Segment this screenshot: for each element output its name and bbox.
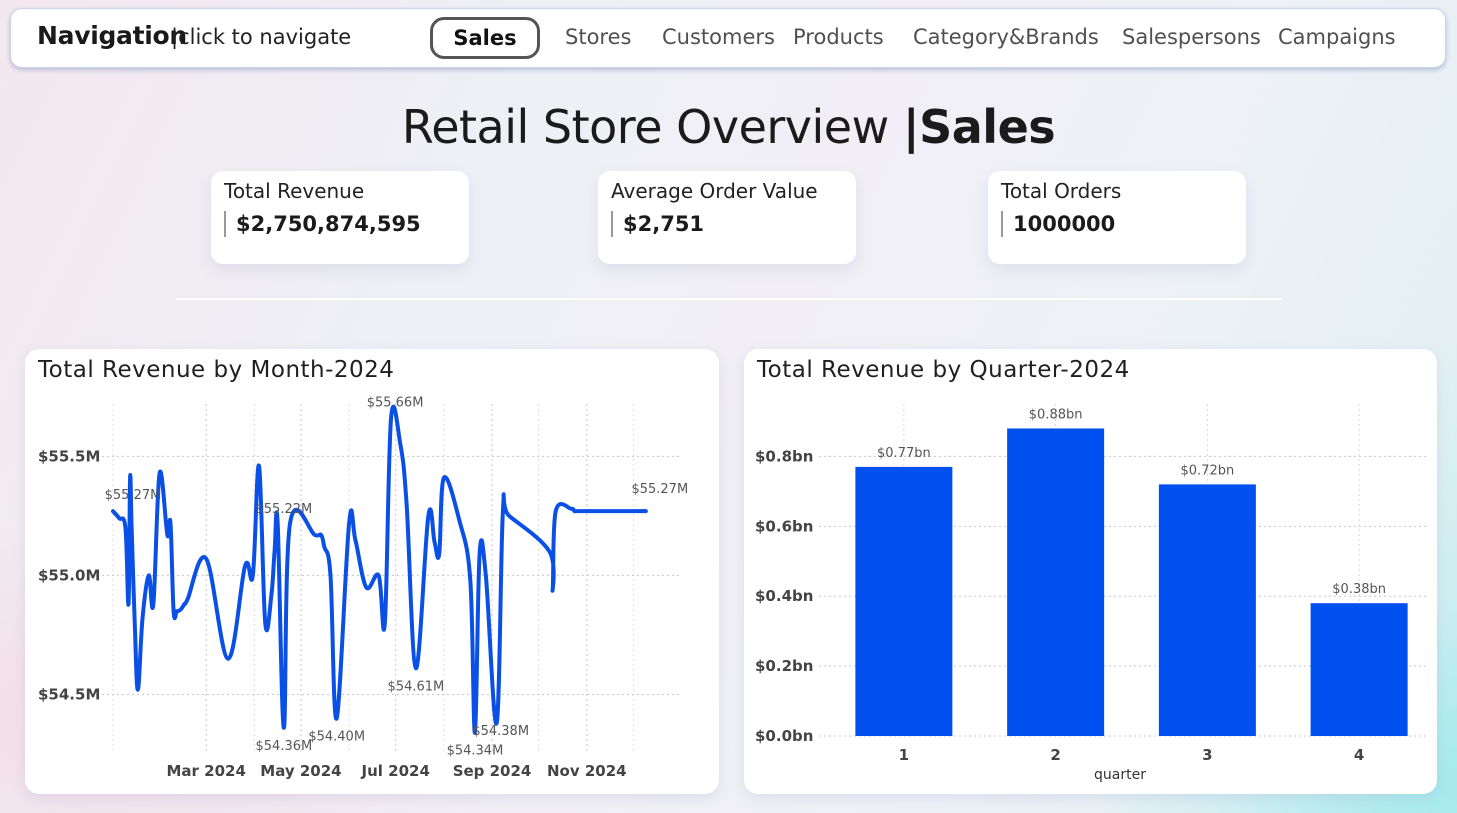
y-tick-label: $0.0bn <box>755 727 813 745</box>
line-data-label: $54.36M <box>256 739 313 754</box>
line-data-label: $55.27M <box>631 482 688 497</box>
x-tick-label: May 2024 <box>260 762 341 780</box>
kpi-value: $2,750,874,595 <box>224 211 421 237</box>
bar-data-label: $0.72bn <box>1181 463 1235 478</box>
bar-data-label: $0.88bn <box>1029 407 1083 422</box>
nav-link-category-brands[interactable]: Category&Brands <box>913 25 1099 49</box>
nav-hint: |click to navigate <box>171 25 352 49</box>
bar-data-label: $0.38bn <box>1332 582 1386 597</box>
y-tick-label: $55.0M <box>38 566 100 584</box>
nav-link-salespersons[interactable]: Salespersons <box>1122 25 1261 49</box>
kpi-value: $2,751 <box>611 211 704 237</box>
page-title-main: Retail Store Overview <box>401 100 903 154</box>
y-tick-label: $0.6bn <box>755 517 813 535</box>
kpi-card-total-revenue: Total Revenue $2,750,874,595 <box>211 171 469 264</box>
kpi-label: Average Order Value <box>611 179 818 203</box>
bar-data-label: $0.77bn <box>877 446 931 461</box>
line-data-label: $55.22M <box>256 502 313 517</box>
revenue-line <box>111 404 648 735</box>
line-data-label: $55.66M <box>367 395 424 410</box>
x-tick-label: Jul 2024 <box>361 762 430 780</box>
y-tick-label: $55.5M <box>38 447 100 465</box>
x-tick-label: 2 <box>1050 746 1060 764</box>
monthly-revenue-line-chart: Mar 2024 May 2024 Jul 2024 Sep 2024 Nov 2024… <box>38 395 688 780</box>
kpi-card-total-orders: Total Orders 1000000 <box>988 171 1246 264</box>
monthly-revenue-card: Total Revenue by Month-2024 Mar 2024 May … <box>25 349 719 794</box>
kpi-card-average-order-value: Average Order Value $2,751 <box>598 171 856 264</box>
x-tick-label: Mar 2024 <box>166 762 245 780</box>
x-tick-label: 3 <box>1202 746 1212 764</box>
quarter-bar <box>1158 484 1256 736</box>
x-tick-label: 1 <box>899 746 909 764</box>
page-title-section: |Sales <box>902 100 1056 154</box>
navigation-bar: Navigation |click to navigate Sales Stor… <box>10 8 1446 68</box>
x-tick-label: 4 <box>1354 746 1364 764</box>
x-tick-label: Sep 2024 <box>453 762 532 780</box>
y-tick-label: $54.5M <box>38 685 100 703</box>
line-data-label: $54.40M <box>308 729 365 744</box>
y-tick-label: $0.2bn <box>755 657 813 675</box>
line-data-label: $55.27M <box>105 488 162 503</box>
quarterly-revenue-card: Total Revenue by Quarter-2024 $0.0bn $0.2… <box>744 349 1437 794</box>
kpi-label: Total Revenue <box>224 179 365 203</box>
x-tick-label: Nov 2024 <box>547 762 627 780</box>
x-axis-title: quarter <box>1094 767 1146 783</box>
quarterly-revenue-bar-chart: $0.0bn $0.2bn $0.4bn $0.6bn $0.8bn $0.77bn 1 $0… <box>755 404 1426 783</box>
page-title: Retail Store Overview |Sales <box>0 100 1457 154</box>
quarter-bar <box>1310 603 1408 736</box>
nav-link-campaigns[interactable]: Campaigns <box>1278 25 1396 49</box>
section-divider <box>176 298 1282 300</box>
quarter-bar <box>855 466 953 736</box>
nav-title: Navigation <box>37 21 187 50</box>
y-tick-label: $0.4bn <box>755 587 813 605</box>
nav-link-customers[interactable]: Customers <box>662 25 775 49</box>
line-data-label: $54.34M <box>447 744 504 759</box>
nav-link-stores[interactable]: Stores <box>565 25 631 49</box>
line-data-label: $54.61M <box>388 679 445 694</box>
kpi-value: 1000000 <box>1001 211 1115 237</box>
line-data-label: $54.38M <box>472 724 529 739</box>
nav-button-sales[interactable]: Sales <box>430 17 540 59</box>
kpi-label: Total Orders <box>1001 179 1122 203</box>
nav-link-products[interactable]: Products <box>793 25 884 49</box>
quarter-bar <box>1007 428 1105 736</box>
y-tick-label: $0.8bn <box>755 447 813 465</box>
